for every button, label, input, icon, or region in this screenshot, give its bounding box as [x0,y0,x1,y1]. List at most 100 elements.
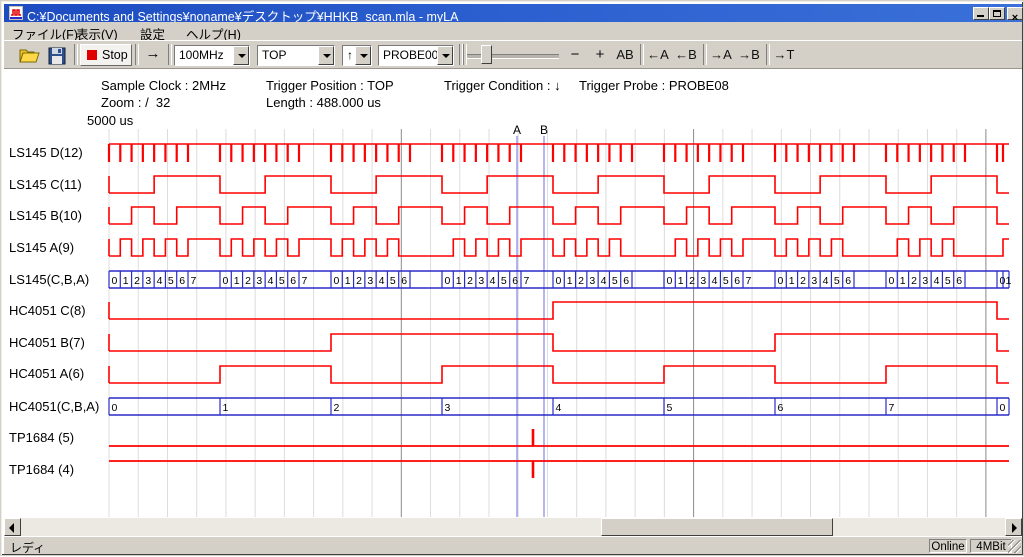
ls145-bus-value: 6 [179,275,185,287]
scrollbar-thumb[interactable] [601,518,833,536]
goto-cursor-a-button[interactable]: ←A [644,45,672,65]
ls145-bus-value: 2 [356,275,362,287]
hc4051-bit0-trace [109,366,1009,383]
goto-trigger-button[interactable]: →T [770,45,798,65]
goto-cursor-b-button[interactable]: ←B [672,45,700,65]
signal-label-5: HC4051 C(8) [9,303,86,319]
open-file-button[interactable] [18,44,44,66]
trigger-position-dropdown-button[interactable] [318,46,334,65]
close-button[interactable]: × [1007,7,1023,20]
app-icon[interactable] [9,6,23,20]
hc4051-bus-value: 6 [778,402,784,414]
sample-clock-value: 100MHz [179,48,224,62]
status-online: Online [929,539,967,553]
ls145-bus-value: 3 [922,275,928,287]
set-cursor-b-button[interactable]: →B [735,45,763,65]
hc4051-bus-value: 2 [334,402,340,414]
ls145-bus-value: 0 [334,275,340,287]
scroll-left-button[interactable] [4,518,21,536]
ls145-bus-value: 4 [823,275,829,287]
sample-clock-dropdown-button[interactable] [233,46,249,65]
resize-grip[interactable] [1008,540,1021,553]
trigger-probe-select[interactable]: PROBE00 [378,45,454,66]
toolbar-separator [168,44,172,65]
ls145-bit2-trace [109,176,1009,193]
stop-label: Stop [102,48,128,62]
ls145-bus-value: 6 [734,275,740,287]
zoom-slider-thumb[interactable] [481,45,492,64]
trigger-position-select[interactable]: TOP [257,45,335,66]
app-icon-image [9,6,23,20]
ls145-bus-value: 7 [191,275,197,287]
sample-clock-select[interactable]: 100MHz [174,45,250,66]
ls145-bus-value: 0 [112,275,118,287]
zoom-in-button[interactable]: + [589,45,611,65]
ls145-bus-value: 0 [223,275,229,287]
trigger-condition-info: Trigger Condition : ↓ [444,78,561,93]
ls145-bus-value: 2 [467,275,473,287]
toolbar-separator [74,44,78,65]
ls145-bus-value: 2 [245,275,251,287]
run-button[interactable]: → [140,44,166,66]
ls145-bus-value: 3 [478,275,484,287]
ls145-bus-value: 2 [578,275,584,287]
chevron-down-icon [360,54,368,58]
set-cursor-a-button[interactable]: →A [707,45,735,65]
ls145-bus-value: 6 [956,275,962,287]
hc4051-bit1-trace [109,334,1009,351]
ls145-bus-value: 5 [834,275,840,287]
ls145-bus-value: 1 [123,275,129,287]
ls145-bus-value: 1 [345,275,351,287]
toolbar-separator [135,44,139,65]
signal-label-6: HC4051 B(7) [9,335,85,351]
trigger-edge-dropdown-button[interactable] [355,46,371,65]
menu-bar: ファイル(F) 表示(V) 設定 ヘルプ(H) [4,22,1022,40]
ls145-bus-value: 0 [667,275,673,287]
ls145-bus-value: 2 [800,275,806,287]
ls145-bus-value: 2 [911,275,917,287]
cursor-a-label: A [513,123,521,137]
trigger-position-value: TOP [262,48,286,62]
ab-cursor-button[interactable]: AB [612,45,638,65]
ls145-bus-value: 1 [900,275,906,287]
ls145-bus-value: 3 [256,275,262,287]
scroll-right-button[interactable] [1005,518,1022,536]
maximize-button[interactable] [989,7,1005,20]
ls145-bus-value: 2 [689,275,695,287]
ls145-bus-value: 7 [302,275,308,287]
ls145-bus-value: 6 [290,275,296,287]
hc4051-bus-value: 5 [667,402,673,414]
ls145-bus-value: 5 [168,275,174,287]
ls145-bus-value: 6 [845,275,851,287]
signal-label-1: LS145 C(11) [9,177,82,193]
horizontal-scrollbar[interactable] [4,518,1022,536]
chevron-down-icon [323,54,331,58]
ls145-bus-value: 5 [501,275,507,287]
ls145-bit1-trace [109,207,1009,224]
arrow-right-icon [1012,523,1017,533]
trigger-edge-select[interactable]: ↑ [342,45,372,66]
title-bar[interactable]: C:¥Documents and Settings¥noname¥デスクトップ¥… [4,4,1022,22]
length-info: Length : 488.000 us [266,95,381,110]
status-ready: レディ [10,539,45,556]
hc4051-bus-value: 7 [889,402,895,414]
minimize-button[interactable] [973,7,989,20]
ls145-bus-value: 7 [746,275,752,287]
time-scale-label: 5000 us [87,113,133,128]
ls145-bit0-trace [109,239,1009,256]
stop-icon [87,50,97,60]
ls145-bus-value: 4 [379,275,385,287]
ls145-bus-value: 5 [723,275,729,287]
hc4051-bit2-trace [109,302,1009,319]
zoom-out-button[interactable]: − [564,45,586,65]
status-bar: レディ Online 4MBit [4,536,1022,554]
hc4051-bus-value: 4 [556,402,562,414]
trigger-probe-dropdown-button[interactable] [437,46,453,65]
signal-label-7: HC4051 A(6) [9,366,84,382]
stop-button[interactable]: Stop [80,44,132,66]
ls145-bus-value: 6 [512,275,518,287]
save-file-button[interactable] [46,44,72,66]
ls145-bus-value: 5 [279,275,285,287]
ls145-bus-value: 3 [700,275,706,287]
maximize-icon [993,10,1001,17]
